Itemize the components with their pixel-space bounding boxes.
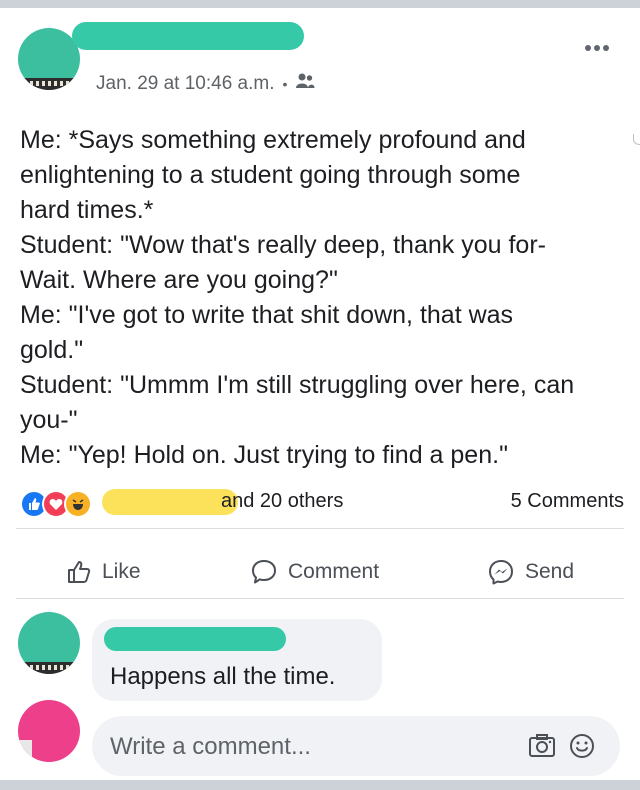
haha-reaction-icon [64, 490, 92, 518]
author-name-redacted[interactable] [72, 22, 304, 50]
post-line: Student: "Wow that's really deep, thank … [20, 231, 546, 259]
post-line: Me: *Says something extremely profound a… [20, 126, 526, 154]
like-button[interactable]: Like [66, 556, 141, 588]
camera-icon[interactable] [528, 733, 556, 764]
friends-icon [295, 72, 315, 96]
post-body: Me: *Says something extremely profound a… [20, 123, 630, 473]
comment-bubble-icon [250, 558, 278, 586]
reaction-icons [20, 490, 100, 518]
meta-separator: • [282, 76, 288, 92]
post-line: gold." [20, 336, 84, 364]
more-options-icon[interactable] [584, 40, 610, 52]
comment-button[interactable]: Comment [250, 556, 379, 588]
send-button[interactable]: Send [487, 556, 574, 588]
commenter-name-redacted[interactable] [104, 627, 286, 651]
current-user-avatar[interactable] [18, 700, 80, 762]
post-meta: Jan. 29 at 10:46 a.m. • [96, 72, 315, 96]
comment-composer[interactable] [92, 716, 620, 776]
emoji-icon[interactable] [569, 733, 595, 764]
post-line: Me: "Yep! Hold on. Just trying to find a… [20, 441, 508, 469]
post-line: Student: "Ummm I'm still struggling over… [20, 371, 575, 399]
comment-bubble: Happens all the time. [92, 619, 382, 701]
bottom-background-strip [0, 780, 640, 790]
top-background-strip [0, 0, 640, 8]
post-line: enlightening to a student going through … [20, 161, 521, 189]
like-label: Like [102, 560, 141, 583]
messenger-icon [487, 558, 515, 586]
post-line: Wait. Where are you going?" [20, 266, 338, 294]
comment-text: Happens all the time. [110, 663, 336, 690]
post-line: hard times.* [20, 196, 154, 224]
comment-input[interactable] [108, 730, 492, 764]
post-line: you-" [20, 406, 78, 434]
post-card: Jan. 29 at 10:46 a.m. • Me: *Says someth… [0, 8, 640, 780]
comment-label: Comment [288, 560, 380, 583]
divider [16, 528, 624, 529]
post-line: Me: "I've got to write that shit down, t… [20, 301, 514, 329]
post-timestamp[interactable]: Jan. 29 at 10:46 a.m. [96, 73, 275, 95]
author-avatar[interactable] [18, 28, 80, 90]
comments-count-link[interactable]: 5 Comments [511, 490, 624, 513]
reactor-names-redacted [102, 489, 238, 515]
divider [16, 598, 624, 599]
send-label: Send [525, 560, 575, 583]
reactions-others-text: and 20 others [221, 490, 344, 512]
reactions-summary[interactable]: and 20 others 5 Comments [20, 488, 624, 518]
scroll-indicator [633, 134, 640, 145]
commenter-avatar[interactable] [18, 612, 80, 674]
thumbs-up-icon [66, 559, 92, 585]
